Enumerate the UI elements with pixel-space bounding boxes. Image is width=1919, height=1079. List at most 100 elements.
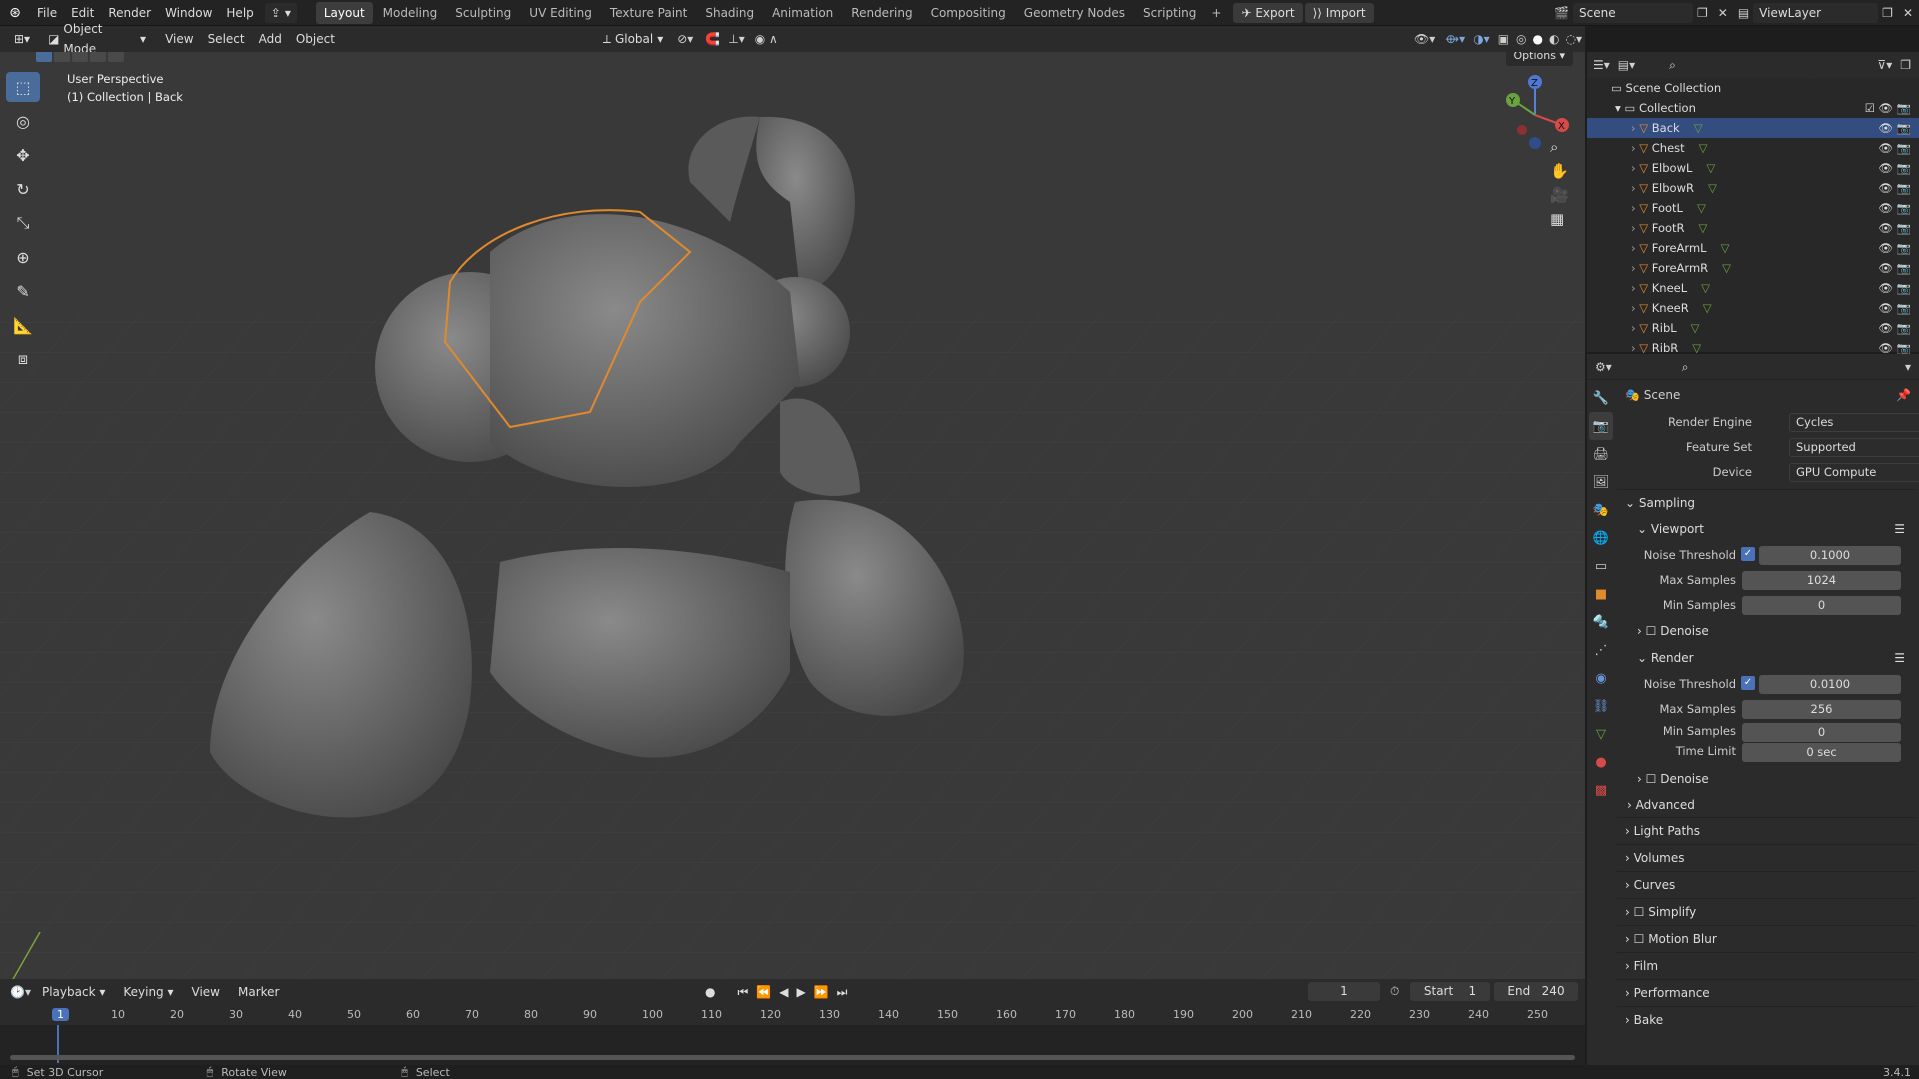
device-dropdown[interactable]: GPU Compute▾ (1789, 463, 1919, 482)
pin-icon[interactable]: 📌 (1896, 380, 1911, 410)
delete-view-layer-icon[interactable]: ✕ (1897, 6, 1919, 20)
camera-render-icon[interactable]: 📷 (1897, 318, 1911, 338)
tab-shading[interactable]: Shading (697, 2, 762, 24)
camera-render-icon[interactable]: 📷 (1897, 238, 1911, 258)
denoise-checkbox-icon[interactable]: ☐ (1646, 772, 1661, 786)
viewport-subpanel-header[interactable]: ⌄ Viewport ☰ (1617, 516, 1917, 543)
jump-start-icon[interactable]: ⏮ (737, 985, 748, 1000)
advanced-header[interactable]: › Advanced (1617, 793, 1917, 817)
visibility-icon[interactable]: 👁▾ (1408, 32, 1441, 46)
start-frame-field[interactable]: Start 1 (1410, 982, 1490, 1001)
eye-icon[interactable]: 👁 (1878, 278, 1893, 298)
camera-render-icon[interactable]: 📷 (1897, 218, 1911, 238)
jump-end-icon[interactable]: ⏭ (837, 985, 848, 1000)
menu-object[interactable]: Object (289, 26, 342, 52)
viewport-noise-field[interactable]: 0.1000 (1759, 546, 1901, 565)
snap-icon[interactable]: 🧲 (701, 32, 724, 46)
camera-icon[interactable]: 🎥 (1550, 186, 1569, 204)
new-scene-icon[interactable]: ❐ (1693, 6, 1712, 20)
menu-keying[interactable]: Keying ▾ (116, 979, 180, 1005)
outliner-row-footl[interactable]: › ▽ FootL ▽ 👁 📷 (1587, 198, 1919, 218)
camera-render-icon[interactable]: 📷 (1897, 258, 1911, 278)
tab-uv-editing[interactable]: UV Editing (521, 2, 600, 24)
view-layer-selector[interactable]: ViewLayer (1753, 2, 1879, 23)
scene-selector[interactable]: Scene (1573, 2, 1693, 23)
render-noise-checkbox-icon[interactable]: ✓ (1741, 676, 1755, 690)
outliner-row-forearmr[interactable]: › ▽ ForeArmR ▽ 👁 📷 (1587, 258, 1919, 278)
eye-icon[interactable]: 👁 (1878, 138, 1893, 158)
menu-view[interactable]: View (158, 26, 200, 52)
outliner-row-kneer[interactable]: › ▽ KneeR ▽ 👁 📷 (1587, 298, 1919, 318)
sampling-panel-header[interactable]: ⌄ Sampling (1617, 489, 1917, 516)
tab-animation[interactable]: Animation (764, 2, 841, 24)
prev-keyframe-icon[interactable]: ⏪ (756, 985, 771, 1000)
eye-icon[interactable]: 👁 (1878, 158, 1893, 178)
rendered-shading-icon[interactable]: ◌▾ (1563, 32, 1586, 46)
overlay-icon[interactable]: ◑▾ (1469, 32, 1494, 46)
constraints-tab-icon[interactable]: ⛓ (1589, 692, 1613, 720)
grid-view-icon[interactable]: ▦ (1550, 210, 1569, 228)
measure-tool-icon[interactable]: 📐 (6, 310, 40, 340)
blender-logo-icon[interactable]: ⊛ (0, 5, 30, 21)
eye-icon[interactable]: 👁 (1878, 258, 1893, 278)
end-frame-field[interactable]: End 240 (1494, 982, 1578, 1001)
texture-tab-icon[interactable]: ▩ (1589, 776, 1613, 804)
options-dropdown[interactable]: Options ▾ (1505, 52, 1573, 66)
panel-checkbox-icon[interactable]: ☐ (1634, 905, 1649, 919)
proportional-edit-icon[interactable]: ◉ ∧ (749, 32, 784, 46)
tab-modeling[interactable]: Modeling (375, 2, 446, 24)
render-subpanel-header[interactable]: ⌄ Render ☰ (1617, 645, 1917, 672)
render-min-samples-field[interactable]: 0 (1742, 723, 1901, 742)
mode-selector[interactable]: ◪ Object Mode ▾ (42, 22, 153, 56)
panel-header-performance[interactable]: › Performance (1617, 979, 1917, 1006)
xray-icon[interactable]: ▣ (1494, 32, 1513, 46)
eye-icon[interactable]: 👁 (1878, 218, 1893, 238)
menu-playback[interactable]: Playback ▾ (35, 979, 112, 1005)
annotate-tool-icon[interactable]: ✎ (6, 276, 40, 306)
render-max-samples-field[interactable]: 256 (1742, 700, 1901, 719)
panel-header-film[interactable]: › Film (1617, 952, 1917, 979)
time-limit-field[interactable]: 0 sec (1742, 743, 1901, 762)
transform-orientation-selector[interactable]: ⟂ Global ▾ (597, 29, 669, 49)
rotate-tool-icon[interactable]: ↻ (6, 174, 40, 204)
filter-icon[interactable]: ⊽▾ (1877, 58, 1892, 72)
add-cube-tool-icon[interactable]: ⧈ (6, 344, 40, 374)
material-tab-icon[interactable]: ● (1589, 748, 1613, 776)
denoise-checkbox-icon[interactable]: ☐ (1646, 624, 1661, 638)
move-tool-icon[interactable]: ✥ (6, 140, 40, 170)
menu-file[interactable]: File (30, 0, 64, 26)
eye-icon[interactable]: 👁 (1878, 118, 1893, 138)
camera-render-icon[interactable]: 📷 (1897, 98, 1911, 118)
checkbox-icon[interactable]: ☑ (1865, 98, 1875, 118)
display-mode-icon[interactable]: ▤▾ (1618, 58, 1635, 72)
render-noise-field[interactable]: 0.0100 (1759, 675, 1901, 694)
outliner-row-forearml[interactable]: › ▽ ForeArmL ▽ 👁 📷 (1587, 238, 1919, 258)
solid-shading-icon[interactable]: ● (1530, 32, 1546, 46)
properties-editor-type-icon[interactable]: ⚙▾ (1595, 360, 1612, 374)
viewport-denoise-header[interactable]: › ☐ Denoise (1617, 618, 1917, 645)
panel-header-simplify[interactable]: › ☐ Simplify (1617, 898, 1917, 925)
collection-row[interactable]: ▾ ▭ Collection ☑ 👁 📷 (1587, 98, 1919, 118)
tab-sculpting[interactable]: Sculpting (447, 2, 519, 24)
menu-help[interactable]: Help (219, 0, 260, 26)
timeline-ruler[interactable]: 1 10 20 30 40 50 60 70 80 90 100 110 120 130 140 150 160… (0, 1005, 1585, 1025)
scene-tab-icon[interactable]: 🎭 (1589, 496, 1613, 524)
eye-icon[interactable]: 👁 (1878, 318, 1893, 338)
viewport-noise-checkbox-icon[interactable]: ✓ (1741, 547, 1755, 561)
eye-icon[interactable]: 👁 (1878, 98, 1893, 118)
feature-set-dropdown[interactable]: Supported▾ (1789, 438, 1919, 457)
panel-checkbox-icon[interactable]: ☐ (1634, 932, 1649, 946)
tab-compositing[interactable]: Compositing (923, 2, 1014, 24)
tab-layout[interactable]: Layout (315, 1, 373, 24)
zoom-icon[interactable]: ⌕ (1550, 138, 1569, 156)
wireframe-shading-icon[interactable]: ◎ (1513, 32, 1529, 46)
object-tab-icon[interactable]: ■ (1589, 580, 1613, 608)
output-tab-icon[interactable]: 🖨 (1589, 440, 1613, 468)
timeline-scrollbar[interactable] (10, 1055, 1575, 1060)
physics-tab-icon[interactable]: ◉ (1589, 664, 1613, 692)
select-subtract-icon[interactable] (72, 52, 88, 62)
export-button[interactable]: ✈ Export (1233, 2, 1303, 23)
play-reverse-icon[interactable]: ◀ (779, 985, 788, 1000)
chevron-down-icon[interactable]: ▾ (1905, 360, 1911, 374)
add-workspace-icon[interactable]: + (1205, 6, 1227, 20)
